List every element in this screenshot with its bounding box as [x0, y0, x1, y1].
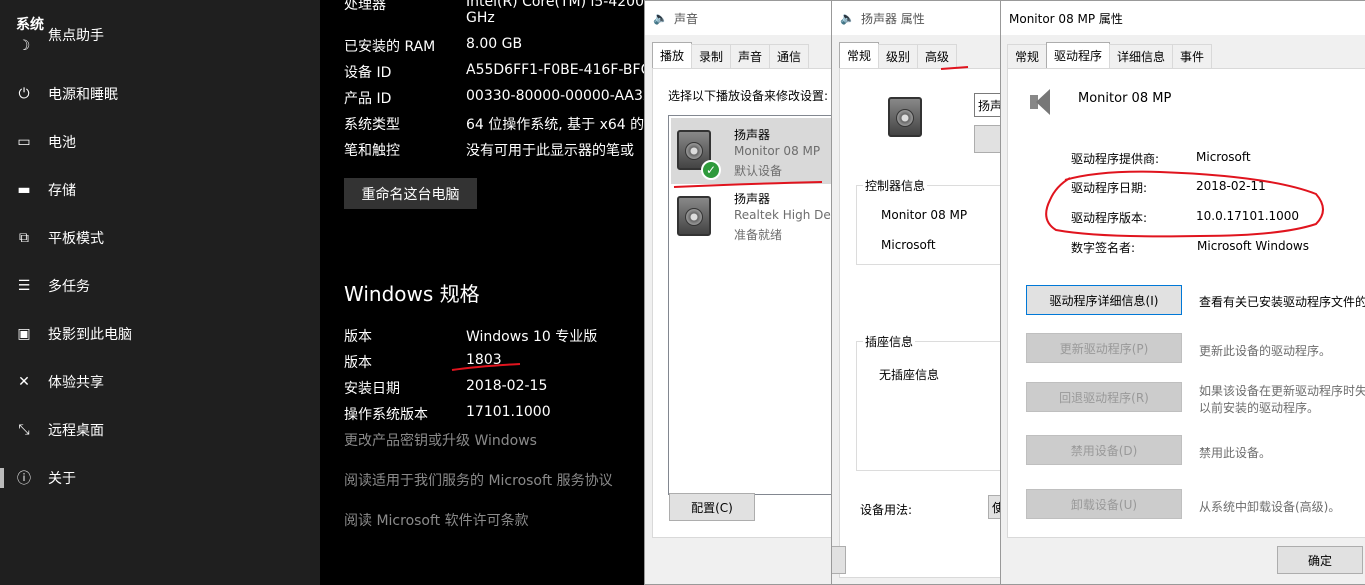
- driver-version-value: 10.0.17101.1000: [1196, 209, 1300, 223]
- tab-driver[interactable]: 驱动程序: [1046, 42, 1111, 68]
- services-agreement-link[interactable]: 阅读适用于我们服务的 Microsoft 服务协议: [344, 470, 613, 490]
- speaker-props-titlebar[interactable]: 🔈 扬声器 属性: [832, 1, 1005, 35]
- rollback-driver-button[interactable]: 回退驱动程序(R): [1026, 382, 1182, 412]
- driver-version-label: 驱动程序版本:: [1071, 211, 1148, 225]
- sidebar-item-label: 存储: [48, 183, 76, 199]
- rename-pc-button[interactable]: 重命名这台电脑: [344, 178, 477, 209]
- device-list: ✓ 扬声器 Monitor 08 MP 默认设备 扬声器 Realtek Hig…: [668, 115, 843, 495]
- storage-icon: ▬: [17, 182, 31, 198]
- sound-dialog-titlebar[interactable]: 🔈 声音: [645, 1, 843, 35]
- list-item[interactable]: 扬声器 Realtek High Def 准备就绪: [671, 186, 843, 246]
- sidebar-item-tablet-mode[interactable]: ⧉ 平板模式: [0, 216, 320, 260]
- sidebar-item-label: 体验共享: [48, 375, 104, 391]
- driver-date-value: 2018-02-11: [1196, 179, 1266, 193]
- instruction-text: 选择以下播放设备来修改设置:: [668, 89, 829, 103]
- tab-details[interactable]: 详细信息: [1109, 44, 1174, 68]
- speaker-device-icon: [677, 196, 711, 236]
- power-icon: ⏻: [18, 86, 30, 102]
- tab-general[interactable]: 常规: [839, 42, 880, 68]
- update-driver-desc: 更新此设备的驱动程序。: [1199, 344, 1332, 358]
- jack-groupbox: 插座信息 无插座信息: [856, 333, 1005, 471]
- projecting-icon: ▣: [17, 326, 31, 342]
- sidebar-item-shared-experiences[interactable]: ✕ 体验共享: [0, 360, 320, 404]
- tab-playback[interactable]: 播放: [652, 42, 693, 68]
- sidebar-item-label: 关于: [48, 471, 76, 487]
- sound-dialog: 🔈 声音 播放 录制 声音 通信 选择以下播放设备来修改设置: ✓ 扬声器 Mo…: [644, 0, 844, 585]
- sidebar-item-battery[interactable]: ▭ 电池: [0, 120, 320, 164]
- battery-icon: ▭: [17, 134, 31, 150]
- rollback-driver-desc: 如果该设备在更新驱动程序时失: [1199, 384, 1365, 398]
- sidebar-item-projecting[interactable]: ▣ 投影到此电脑: [0, 312, 320, 356]
- multitasking-icon: ☰: [17, 278, 31, 294]
- change-product-key-link[interactable]: 更改产品密钥或升级 Windows: [344, 430, 537, 450]
- uninstall-device-desc: 从系统中卸载设备(高级)。: [1199, 500, 1341, 514]
- speaker-icon: 🔈: [653, 11, 668, 25]
- tab-recording[interactable]: 录制: [691, 44, 732, 68]
- ok-button-partial[interactable]: [832, 546, 846, 574]
- remote-desktop-icon: ⤡: [18, 422, 30, 438]
- shared-experiences-icon: ✕: [18, 374, 30, 390]
- controller-vendor: Microsoft: [881, 238, 936, 252]
- sidebar-item-label: 远程桌面: [48, 423, 104, 439]
- windows-spec-title: Windows 规格: [344, 282, 480, 306]
- license-terms-link[interactable]: 阅读 Microsoft 软件许可条款: [344, 510, 529, 530]
- sidebar-item-remote-desktop[interactable]: ⤡ 远程桌面: [0, 408, 320, 452]
- playback-panel: 选择以下播放设备来修改设置: ✓ 扬声器 Monitor 08 MP 默认设备 …: [652, 68, 843, 538]
- monitor-props-titlebar[interactable]: Monitor 08 MP 属性: [1001, 1, 1365, 35]
- sound-tabs: 播放 录制 声音 通信: [652, 42, 810, 68]
- sidebar-item-focus-assist[interactable]: ☽ 焦点助手: [0, 26, 320, 66]
- focus-assist-icon: ☽: [17, 38, 31, 54]
- tab-communications[interactable]: 通信: [769, 44, 810, 68]
- driver-panel: Monitor 08 MP 驱动程序提供商: Microsoft 驱动程序日期:…: [1007, 68, 1365, 538]
- sidebar-item-label: 投影到此电脑: [48, 327, 132, 343]
- disable-device-button[interactable]: 禁用设备(D): [1026, 435, 1182, 465]
- sidebar-item-power[interactable]: ⏻ 电源和睡眠: [0, 72, 320, 116]
- speaker-volume-icon: [1028, 87, 1056, 117]
- settings-sidebar: 系统 ☽ 焦点助手 ⏻ 电源和睡眠 ▭ 电池 ▬ 存储 ⧉ 平板模式 ☰ 多任务…: [0, 0, 320, 585]
- controller-groupbox: 控制器信息 Monitor 08 MP Microsoft: [856, 177, 1005, 265]
- tab-sounds[interactable]: 声音: [730, 44, 771, 68]
- driver-details-desc: 查看有关已安装驱动程序文件的: [1199, 295, 1365, 309]
- provider-label: 驱动程序提供商:: [1071, 152, 1160, 166]
- provider-value: Microsoft: [1196, 150, 1251, 164]
- controller-name: Monitor 08 MP: [881, 208, 968, 222]
- tab-advanced[interactable]: 高级: [917, 44, 958, 68]
- tab-general[interactable]: 常规: [1007, 44, 1048, 68]
- disable-device-desc: 禁用此设备。: [1199, 446, 1272, 460]
- about-page: 处理器 Intel(R) Core(TM) i5-4200U CPU @ 1.6…: [320, 0, 806, 585]
- info-icon: ⓘ: [17, 471, 31, 487]
- sidebar-item-storage[interactable]: ▬ 存储: [0, 168, 320, 212]
- sidebar-item-label: 焦点助手: [48, 28, 104, 44]
- device-usage-label: 设备用法:: [860, 503, 913, 517]
- sidebar-item-label: 电源和睡眠: [48, 87, 118, 103]
- checkmark-icon: ✓: [701, 160, 721, 180]
- sidebar-item-label: 电池: [48, 135, 76, 151]
- sidebar-item-label: 平板模式: [48, 231, 104, 247]
- driver-details-button[interactable]: 驱动程序详细信息(I): [1026, 285, 1182, 315]
- ok-button[interactable]: 确定: [1277, 546, 1363, 574]
- tab-events[interactable]: 事件: [1172, 44, 1213, 68]
- rollback-driver-desc-2: 以前安装的驱动程序。: [1199, 401, 1320, 415]
- list-item[interactable]: ✓ 扬声器 Monitor 08 MP 默认设备: [671, 118, 843, 184]
- driver-date-label: 驱动程序日期:: [1071, 181, 1148, 195]
- speaker-icon: 🔈: [840, 11, 855, 25]
- update-driver-button[interactable]: 更新驱动程序(P): [1026, 333, 1182, 363]
- jack-info: 无插座信息: [879, 368, 940, 382]
- monitor-properties-dialog: Monitor 08 MP 属性 常规 驱动程序 详细信息 事件 Monitor…: [1000, 0, 1365, 585]
- device-name: Monitor 08 MP: [1078, 91, 1172, 106]
- configure-button[interactable]: 配置(C): [669, 493, 755, 521]
- speaker-props-tabs: 常规 级别 高级: [839, 42, 958, 68]
- tab-levels[interactable]: 级别: [878, 44, 919, 68]
- digital-signer-label: 数字签名者:: [1071, 241, 1136, 255]
- sidebar-item-label: 多任务: [48, 279, 90, 295]
- tablet-mode-icon: ⧉: [19, 230, 29, 246]
- sidebar-item-multitasking[interactable]: ☰ 多任务: [0, 264, 320, 308]
- sidebar-item-about[interactable]: ⓘ 关于: [0, 456, 320, 500]
- general-panel: 扬声 控制器信息 Monitor 08 MP Microsoft 插座信息 无插…: [839, 68, 1005, 578]
- uninstall-device-button[interactable]: 卸载设备(U): [1026, 489, 1182, 519]
- speaker-properties-dialog: 🔈 扬声器 属性 常规 级别 高级 扬声 控制器信息 Monitor 08 MP…: [831, 0, 1006, 585]
- digital-signer-value: Microsoft Windows: [1197, 239, 1309, 253]
- speaker-device-icon: [888, 97, 922, 137]
- monitor-props-tabs: 常规 驱动程序 详细信息 事件: [1007, 42, 1213, 68]
